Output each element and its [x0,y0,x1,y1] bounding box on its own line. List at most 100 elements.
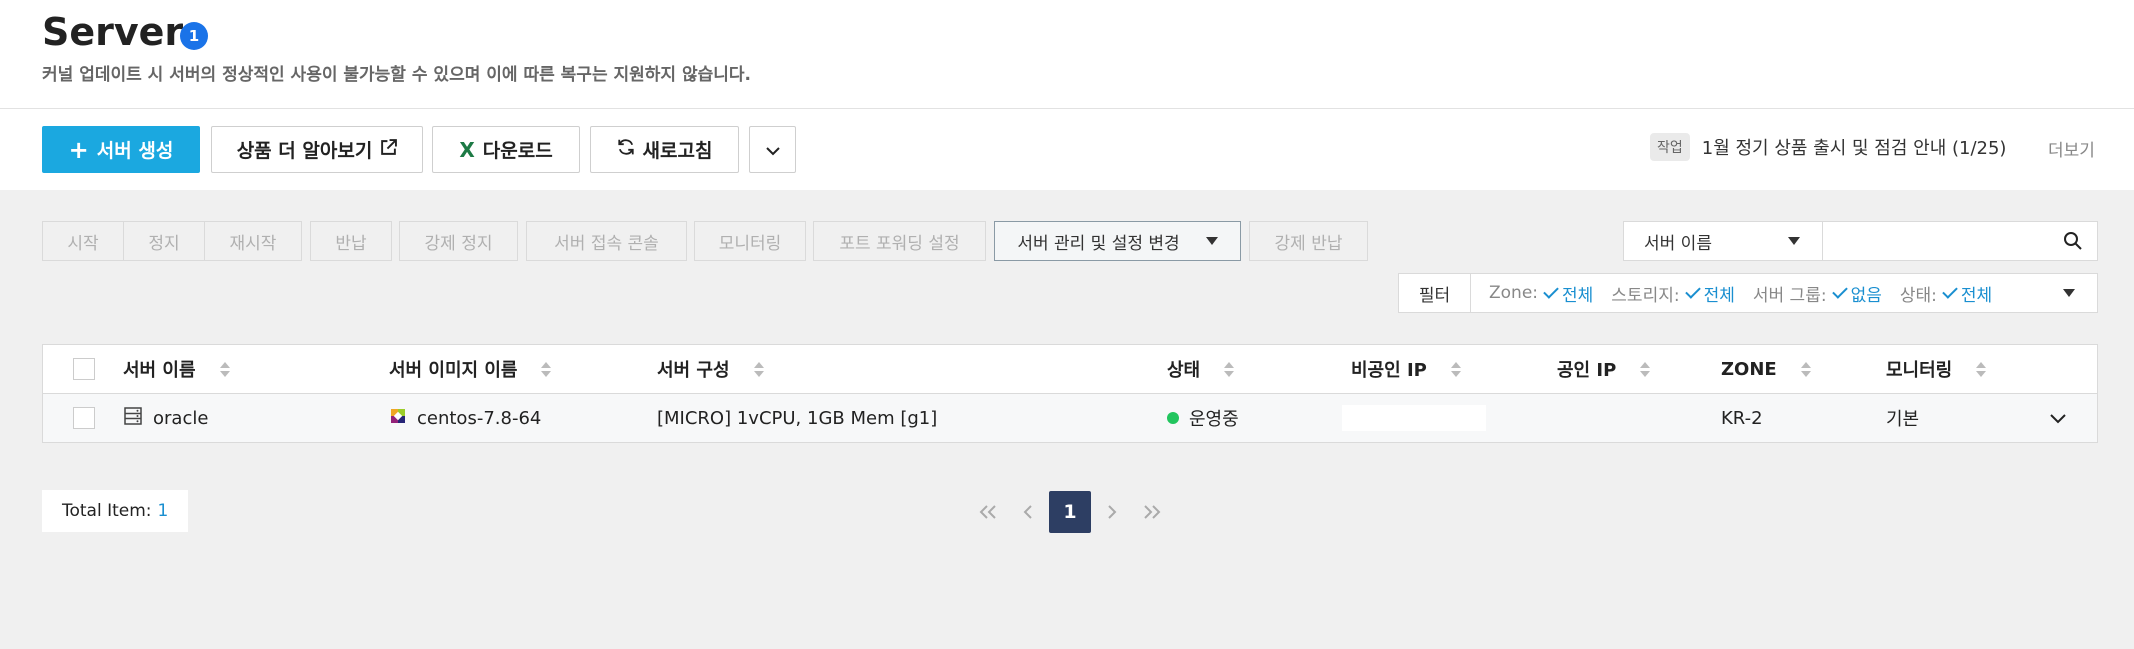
filter-zone[interactable]: Zone: 전체 [1489,281,1593,306]
filter-storage[interactable]: 스토리지: 전체 [1611,281,1735,306]
col-spec[interactable]: 서버 구성 [657,356,764,382]
refresh-button[interactable]: 새로고침 [590,126,739,173]
filter-group-label: 서버 그룹: [1752,285,1827,306]
filter-label: 필터 [1399,274,1471,312]
search-field-select[interactable]: 서버 이름 [1623,221,1823,261]
row-private-ip [1342,405,1486,431]
check-icon [1543,283,1559,299]
notice-more-link[interactable]: 더보기 [2048,136,2095,161]
create-server-button[interactable]: + 서버 생성 [42,126,200,173]
col-monitoring[interactable]: 모니터링 [1886,356,1987,382]
status-text: 운영중 [1189,409,1239,430]
notice-text[interactable]: 1월 정기 상품 출시 및 점검 안내 (1/25) [1702,134,2007,160]
filter-status-label: 상태: [1899,285,1937,306]
caret-down-icon [1205,237,1218,245]
learn-more-label: 상품 더 알아보기 [236,140,373,162]
server-table: 서버 이름 서버 이미지 이름 서버 구성 상태 비공인 IP 공인 IP ZO… [42,344,2098,443]
server-count-badge: 1 [180,22,208,50]
row-expand-chevron-icon[interactable] [2049,413,2067,424]
col-image-label: 서버 이미지 이름 [389,360,518,381]
return-button[interactable]: 반납 [310,221,392,261]
start-button[interactable]: 시작 [42,221,124,261]
search-icon[interactable] [2063,231,2083,255]
more-actions-dropdown[interactable] [749,126,796,173]
total-value: 1 [157,501,169,521]
col-zone[interactable]: ZONE [1721,359,1811,380]
server-name[interactable]: oracle [153,408,208,429]
filter-status[interactable]: 상태: 전체 [1900,281,1992,306]
select-all-checkbox[interactable] [73,358,95,380]
filter-server-group[interactable]: 서버 그룹: 없음 [1753,281,1882,306]
plus-icon: + [68,135,89,164]
server-icon [123,406,143,431]
filter-storage-value: 전체 [1703,285,1735,306]
row-spec: [MICRO] 1vCPU, 1GB Mem [g1] [657,407,938,429]
row-status: 운영중 [1167,405,1239,431]
first-page-icon[interactable] [976,491,1000,533]
private-ip-value [1342,405,1486,431]
stop-button[interactable]: 정지 [123,221,205,261]
learn-more-button[interactable]: 상품 더 알아보기 [211,126,423,173]
sort-icon [1450,361,1461,377]
caret-down-icon [1788,237,1800,245]
notice[interactable]: 작업 1월 정기 상품 출시 및 점검 안내 (1/25) [1650,131,2006,163]
top-panel: Server 1 커널 업데이트 시 서버의 정상적인 사용이 불가능할 수 있… [0,0,2134,190]
page-title: Server [42,10,184,54]
col-public-ip-label: 공인 IP [1557,360,1617,381]
force-stop-button[interactable]: 강제 정지 [399,221,518,261]
last-page-icon[interactable] [1140,491,1164,533]
download-label: 다운로드 [482,140,553,162]
refresh-icon [617,138,635,161]
force-return-button[interactable]: 강제 반납 [1249,221,1368,261]
col-spec-label: 서버 구성 [657,360,730,381]
sort-icon [219,361,230,377]
caret-down-icon[interactable] [2063,289,2075,297]
search-input[interactable] [1833,222,2053,258]
filter-storage-label: 스토리지: [1611,285,1680,306]
row-checkbox[interactable] [73,407,95,429]
header-divider [0,108,2134,109]
server-manage-dropdown[interactable]: 서버 관리 및 설정 변경 [994,221,1241,261]
total-label: Total Item: [62,501,152,521]
restart-button[interactable]: 재시작 [204,221,302,261]
row-name[interactable]: oracle [123,406,208,431]
console-button[interactable]: 서버 접속 콘솔 [526,221,687,261]
chevron-down-icon [765,139,781,161]
sort-icon [1976,361,1987,377]
create-server-label: 서버 생성 [96,140,174,162]
external-link-icon [380,138,398,161]
row-image: centos-7.8-64 [389,407,541,430]
row-zone: KR-2 [1721,407,1763,429]
status-running-dot [1167,412,1179,424]
col-status-label: 상태 [1167,360,1201,381]
filter-status-value: 전체 [1960,285,1993,306]
monitoring-button[interactable]: 모니터링 [694,221,806,261]
next-page-icon[interactable] [1102,491,1122,533]
sort-icon [541,361,552,377]
download-button[interactable]: X 다운로드 [432,126,580,173]
sort-icon [1800,361,1811,377]
prev-page-icon[interactable] [1018,491,1038,533]
refresh-label: 새로고침 [642,140,713,162]
filter-zone-value: 전체 [1562,285,1594,306]
check-icon [1684,283,1701,299]
port-forwarding-button[interactable]: 포트 포워딩 설정 [813,221,986,261]
total-items: Total Item: 1 [42,490,189,532]
col-name-label: 서버 이름 [123,360,196,381]
filter-bar[interactable]: 필터 Zone: 전체 스토리지: 전체 서버 그룹: 없음 상태: 전체 [1398,273,2098,313]
centos-logo-icon [389,407,407,430]
col-status[interactable]: 상태 [1167,356,1235,382]
table-row[interactable]: oracle centos-7.8-64 [MICRO] 1vCPU, 1GB … [43,394,2097,442]
col-image[interactable]: 서버 이미지 이름 [389,356,552,382]
col-private-ip-label: 비공인 IP [1351,360,1427,381]
page-subtitle: 커널 업데이트 시 서버의 정상적인 사용이 불가능할 수 있으며 이에 따른 … [42,65,751,85]
search-box [1822,221,2098,261]
table-header: 서버 이름 서버 이미지 이름 서버 구성 상태 비공인 IP 공인 IP ZO… [43,345,2097,394]
col-private-ip[interactable]: 비공인 IP [1351,356,1461,382]
page-1-button[interactable]: 1 [1049,491,1091,533]
col-public-ip[interactable]: 공인 IP [1557,356,1651,382]
check-icon [1942,283,1958,299]
row-monitoring: 기본 [1886,409,1920,430]
col-name[interactable]: 서버 이름 [123,356,230,382]
notice-tag: 작업 [1650,133,1690,161]
